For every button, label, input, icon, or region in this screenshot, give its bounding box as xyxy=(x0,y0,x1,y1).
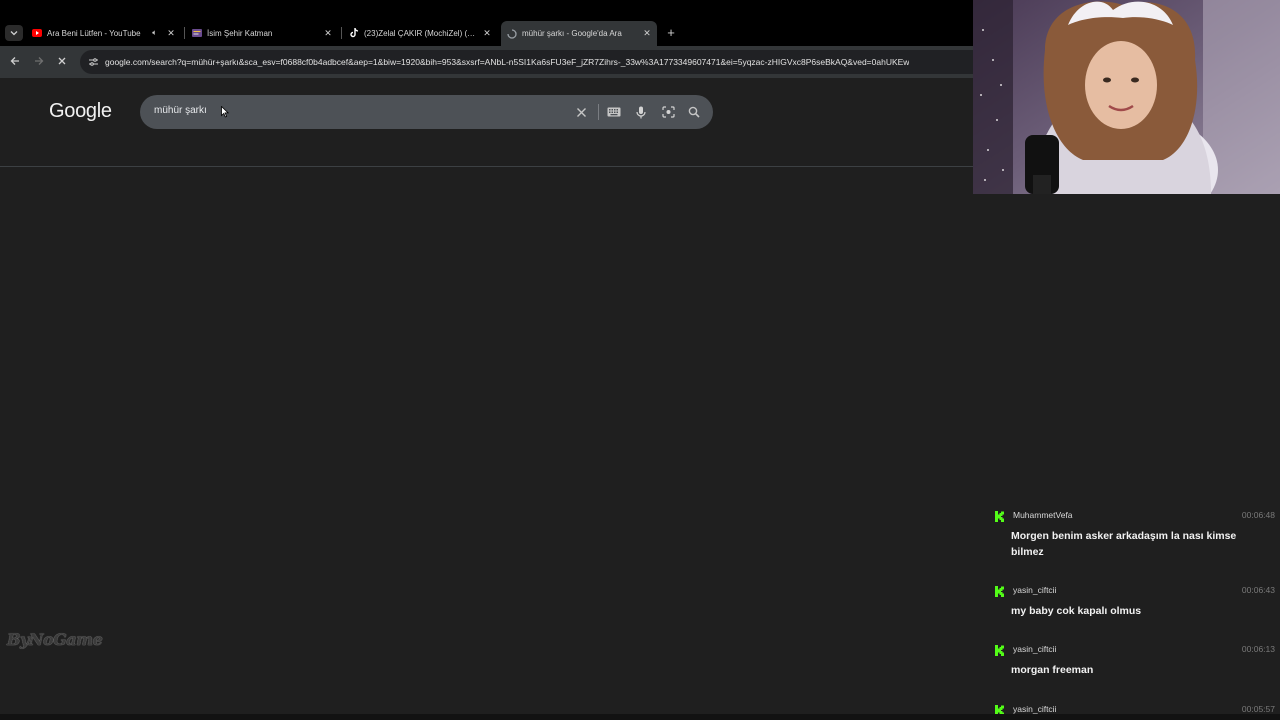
chat-username: yasin_ciftcii xyxy=(1013,704,1057,714)
tab-title: (23)Zelal ÇAKIR (MochiZel) (@… xyxy=(364,28,481,38)
tab-separator xyxy=(341,27,342,39)
youtube-icon xyxy=(32,28,42,38)
chat-timestamp: 00:06:48 xyxy=(1241,510,1275,520)
forward-arrow-icon xyxy=(35,57,44,65)
tab-title: İsim Şehir Katman xyxy=(207,28,273,38)
chat-panel: MuhammetVefa 00:06:48 Morgen benim asker… xyxy=(973,194,1280,716)
close-tab-icon[interactable]: ✕ xyxy=(481,28,493,39)
search-box[interactable]: mühür şarkı xyxy=(140,95,713,129)
page-content: Google mühür şarkı xyxy=(0,78,973,714)
back-button[interactable] xyxy=(6,52,24,70)
chat-timestamp: 00:06:43 xyxy=(1241,585,1275,595)
tiktok-icon xyxy=(349,28,359,38)
kick-logo-icon xyxy=(995,586,1004,597)
chat-timestamp: 00:06:13 xyxy=(1241,644,1275,654)
header-divider xyxy=(0,166,973,167)
close-tab-icon[interactable]: ✕ xyxy=(165,28,177,39)
close-tab-icon[interactable]: ✕ xyxy=(641,28,653,39)
clear-search-icon[interactable] xyxy=(572,103,590,121)
watermark-logo: ByNoGame xyxy=(7,630,103,649)
site-settings-icon[interactable] xyxy=(86,57,100,67)
chevron-down-icon xyxy=(10,31,18,36)
search-separator xyxy=(598,104,599,120)
page-icon xyxy=(192,28,202,38)
browser-toolbar: google.com/search?q=mühür+şarkı&sca_esv=… xyxy=(0,46,973,78)
search-input[interactable]: mühür şarkı xyxy=(154,105,207,116)
back-arrow-icon xyxy=(10,57,19,65)
microphone-icon[interactable] xyxy=(632,103,650,121)
tab-separator xyxy=(184,27,185,39)
speaker-icon[interactable]: 🔈︎ xyxy=(152,28,157,38)
chat-username: yasin_ciftcii xyxy=(1013,644,1057,654)
tab-search-button[interactable] xyxy=(5,25,23,41)
loading-spinner-icon xyxy=(507,28,517,39)
bottom-bar xyxy=(0,714,1280,720)
chat-text: morgan freeman xyxy=(1011,664,1094,676)
tab-google-search[interactable]: mühür şarkı - Google'da Ara ✕ xyxy=(501,21,657,46)
chat-text: my baby cok kapalı olmus xyxy=(1011,605,1142,617)
tab-title: Ara Beni Lütfen - YouTube xyxy=(47,28,141,38)
tab-strip: Ara Beni Lütfen - YouTube 🔈︎ ✕ İsim Şehi… xyxy=(0,0,973,46)
url-text: google.com/search?q=mühür+şarkı&sca_esv=… xyxy=(105,57,910,67)
tab-title: mühür şarkı - Google'da Ara xyxy=(522,29,622,38)
chat-username: yasin_ciftcii xyxy=(1013,585,1057,595)
search-icon[interactable] xyxy=(685,103,703,121)
tab-youtube[interactable]: Ara Beni Lütfen - YouTube 🔈︎ ✕ xyxy=(26,24,181,42)
tab-tiktok[interactable]: (23)Zelal ÇAKIR (MochiZel) (@… ✕ xyxy=(343,24,497,42)
forward-button[interactable] xyxy=(30,52,48,70)
new-tab-button[interactable]: + xyxy=(664,25,678,40)
chat-username: MuhammetVefa xyxy=(1013,510,1073,520)
keyboard-icon[interactable] xyxy=(605,103,623,121)
camera-lens-icon[interactable] xyxy=(659,103,677,121)
google-logo[interactable]: Google xyxy=(49,100,112,123)
tab-isim-sehir[interactable]: İsim Şehir Katman ✕ xyxy=(186,24,338,42)
kick-logo-icon xyxy=(995,645,1004,656)
stop-loading-button[interactable] xyxy=(53,52,71,70)
webcam-feed xyxy=(973,0,1280,194)
close-tab-icon[interactable]: ✕ xyxy=(322,28,334,39)
kick-logo-icon xyxy=(995,511,1004,522)
address-bar[interactable]: google.com/search?q=mühür+şarkı&sca_esv=… xyxy=(80,50,973,74)
chat-text: Morgen benim asker arkadaşım la nası kim… xyxy=(1011,530,1237,558)
stop-x-icon xyxy=(58,57,66,65)
mouse-cursor-icon xyxy=(221,105,230,123)
chat-timestamp: 00:05:57 xyxy=(1241,704,1275,714)
